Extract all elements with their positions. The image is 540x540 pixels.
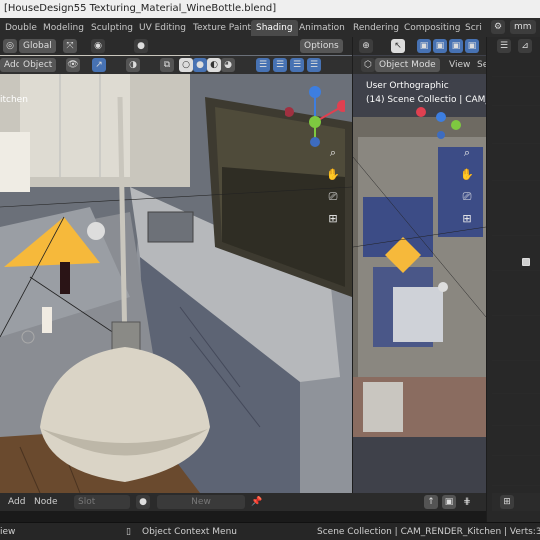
select-extend-icon[interactable]: ▣ [433, 39, 447, 53]
unit-selector[interactable]: mm [510, 20, 536, 34]
window-title: [HouseDesign55 Texturing_Material_WineBo… [0, 0, 540, 18]
outliner-row[interactable] [492, 165, 540, 181]
zoom-icon[interactable]: ⌕ [324, 144, 342, 162]
new-material-button[interactable]: New [157, 495, 245, 509]
outliner-row[interactable] [492, 378, 540, 394]
tab-animation[interactable]: Animation [294, 20, 350, 36]
backdrop-icon[interactable]: ▣ [442, 495, 456, 509]
outliner-row[interactable] [492, 410, 540, 426]
status-bar: iew ▯ Object Context Menu Scene Collecti… [0, 522, 540, 540]
tab-shading[interactable]: Shading [251, 20, 298, 36]
properties-editor-icon[interactable]: ⊞ [500, 495, 514, 509]
collection-icon[interactable]: ☰ [273, 58, 287, 72]
left-3d-viewport[interactable]: ◎ Global ⤧ ◉ ● Options Add Object 👁 ↗ ◑ … [0, 37, 352, 493]
node-add-menu[interactable]: Add [8, 496, 25, 508]
proportional-edit-icon[interactable]: ● [134, 39, 148, 53]
navigation-gizmo-right[interactable] [411, 97, 471, 142]
zoom-icon[interactable]: ⌕ [458, 144, 476, 162]
tab-texture-paint[interactable]: Texture Paint [188, 20, 256, 36]
properties-header: ⊞ [492, 493, 540, 511]
tab-modeling[interactable]: Modeling [38, 20, 89, 36]
rendered-shading-icon[interactable]: ◕ [221, 58, 235, 72]
tab-sculpting[interactable]: Sculpting [86, 20, 138, 36]
hand-pan-icon[interactable]: ✋ [324, 166, 342, 184]
xray-icon[interactable]: ⧉ [160, 58, 174, 72]
object-mode-icon[interactable]: ⬡ [361, 58, 375, 72]
wireframe-shading-icon[interactable]: ○ [179, 58, 193, 72]
tab-compositing[interactable]: Compositing [399, 20, 465, 36]
outliner-row[interactable] [492, 128, 540, 144]
tab-scripting[interactable]: Scri [460, 20, 487, 36]
outliner-row[interactable] [492, 470, 540, 486]
node-menu[interactable]: Node [34, 496, 58, 508]
orientation-dropdown[interactable]: Global [19, 39, 56, 53]
object-menu[interactable]: Object [19, 58, 57, 72]
material-icon[interactable]: ● [136, 495, 150, 509]
left-viewport-toolbar: Add Object 👁 ↗ ◑ ⧉ ○ ● ◐ ◕ ☰ ☰ ☰ ☰ [0, 56, 352, 74]
outliner-row[interactable] [492, 220, 540, 236]
right-3d-viewport[interactable]: ⊕ ↖ ▣ ▣ ▣ ▣ ⬡ Object Mode View Se User O… [353, 37, 486, 493]
solid-shading-icon[interactable]: ● [193, 58, 207, 72]
mask-icon[interactable]: ☰ [307, 58, 321, 72]
select-invert-icon[interactable]: ▣ [465, 39, 479, 53]
options-dropdown[interactable]: Options [300, 39, 343, 53]
right-viewport-header: ⊕ ↖ ▣ ▣ ▣ ▣ [353, 37, 486, 55]
mode-dropdown[interactable]: Object Mode [375, 58, 440, 72]
overlay-icon[interactable]: ◑ [126, 58, 140, 72]
pin-icon[interactable]: 📌 [250, 495, 264, 509]
tab-double[interactable]: Double [0, 20, 42, 36]
mouse-right-icon: ▯ [126, 527, 131, 537]
collection-checkbox[interactable] [522, 258, 530, 266]
scene-selector-icon[interactable]: ⚙ [491, 20, 505, 34]
grid-icon[interactable]: ⊞ [324, 210, 342, 228]
outliner-row[interactable] [492, 255, 540, 271]
tab-rendering[interactable]: Rendering [348, 20, 404, 36]
view-menu[interactable]: View [449, 59, 470, 71]
viewport-overlay-text: itchen [0, 95, 28, 105]
material-shading-icon[interactable]: ◐ [207, 58, 221, 72]
status-view-hint: iew [0, 527, 16, 537]
outliner-row[interactable] [492, 90, 540, 106]
pivot-icon[interactable]: ⤧ [63, 39, 77, 53]
visibility-icon[interactable]: 👁 [66, 58, 80, 72]
outliner-row[interactable] [492, 440, 540, 456]
left-viewport-header: ◎ Global ⤧ ◉ ● Options [0, 37, 352, 55]
navigation-gizmo[interactable] [285, 84, 345, 154]
parent-tree-icon[interactable]: ↑ [424, 495, 438, 509]
camera-icon[interactable]: ⎚ [324, 188, 342, 206]
object-origin-icon[interactable]: ◎ [3, 39, 17, 53]
filter-icon[interactable]: ⊿ [518, 39, 532, 53]
outliner-editor-icon[interactable]: ☰ [497, 39, 511, 53]
right-viewport-toolbar: ⬡ Object Mode View Se [353, 56, 486, 74]
status-scene-info: Scene Collection | CAM_RENDER_Kitchen | … [317, 527, 540, 537]
grid-icon[interactable]: ⊞ [458, 210, 476, 228]
tab-uv-editing[interactable]: UV Editing [134, 20, 191, 36]
snapping-icon[interactable]: ☰ [290, 58, 304, 72]
node-editor-header: Add Node Slot ● New 📌 ↑ ▣ ⋕ [0, 493, 486, 511]
workspace-tab-bar: Double Modeling Sculpting UV Editing Tex… [0, 18, 540, 37]
status-context-menu: Object Context Menu [142, 527, 238, 537]
gizmo-icon[interactable]: ↗ [92, 58, 106, 72]
select-subtract-icon[interactable]: ▣ [449, 39, 463, 53]
outliner-row[interactable] [492, 345, 540, 361]
camera-icon[interactable]: ⎚ [458, 188, 476, 206]
snap-node-icon[interactable]: ⋕ [460, 495, 474, 509]
outliner-row[interactable] [492, 300, 540, 316]
snap-icon[interactable]: ◉ [91, 39, 105, 53]
select-menu[interactable]: Se [477, 59, 486, 71]
outliner-row[interactable] [492, 61, 540, 77]
slot-dropdown[interactable]: Slot [74, 495, 130, 509]
node-editor-canvas[interactable] [0, 511, 486, 522]
editor-type-icon[interactable]: ⊕ [359, 39, 373, 53]
view-name: User Orthographic [366, 81, 449, 91]
hand-pan-icon[interactable]: ✋ [458, 166, 476, 184]
layout-icon[interactable]: ☰ [256, 58, 270, 72]
select-tool-icon[interactable]: ↖ [391, 39, 405, 53]
select-box-icon[interactable]: ▣ [417, 39, 431, 53]
